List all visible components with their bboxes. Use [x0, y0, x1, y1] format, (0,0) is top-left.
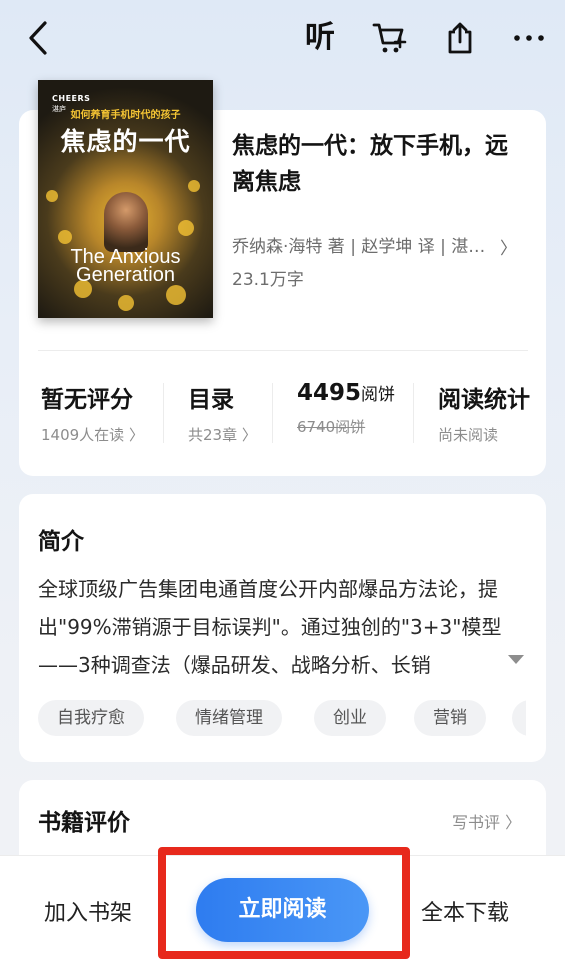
book-title: 焦虑的一代：放下手机，远离焦虑 — [232, 133, 508, 195]
reading-status: 尚未阅读 — [438, 426, 499, 444]
original-price: 6740阅饼 — [297, 418, 366, 436]
cart-add-icon[interactable] — [370, 18, 410, 58]
review-title: 书籍评价 — [38, 810, 130, 836]
cover-figure — [104, 192, 148, 252]
divider — [163, 383, 164, 443]
back-icon[interactable] — [18, 18, 58, 58]
divider — [413, 383, 414, 443]
tag-item[interactable]: 营销 — [414, 700, 486, 736]
price-value: 4495阅饼 — [297, 380, 395, 406]
divider — [38, 350, 528, 351]
chapter-count: 共23章 〉 — [188, 426, 257, 444]
stat-rating[interactable]: 暂无评分 1409人在读 〉 — [41, 380, 144, 445]
readers-count: 1409人在读 〉 — [41, 426, 144, 444]
chevron-right-icon[interactable]: 〉 — [500, 234, 517, 259]
cover-tagline: 如何养育手机时代的孩子 — [70, 110, 181, 121]
rating-value: 暂无评分 — [41, 387, 133, 413]
tag-item[interactable]: 情绪管理 — [176, 700, 282, 736]
word-count: 23.1万字 — [232, 270, 304, 290]
book-authors[interactable]: 乔纳森·海特 著 | 赵学坤 译 | 湛… — [232, 232, 507, 257]
download-full-button[interactable]: 全本下载 — [421, 895, 509, 927]
share-icon[interactable] — [440, 18, 480, 58]
tag-list: 自我疗愈 情绪管理 创业 营销 — [38, 700, 526, 736]
read-now-button[interactable]: 立即阅读 — [196, 878, 369, 942]
price-unit: 阅饼 — [361, 385, 396, 405]
expand-icon[interactable] — [508, 655, 524, 664]
more-icon[interactable] — [509, 18, 549, 58]
add-to-shelf-button[interactable]: 加入书架 — [44, 895, 132, 927]
write-review-link[interactable]: 写书评 〉 — [452, 809, 521, 833]
stat-reading[interactable]: 阅读统计 尚未阅读 — [438, 380, 530, 445]
divider — [272, 383, 273, 443]
reading-stats-label: 阅读统计 — [438, 387, 530, 413]
toc-label: 目录 — [188, 387, 234, 413]
book-cover[interactable]: CHEERS 湛庐 如何养育手机时代的孩子 焦虑的一代 The Anxious … — [38, 80, 213, 318]
stat-price[interactable]: 4495阅饼 6740阅饼 — [297, 380, 395, 437]
stat-toc[interactable]: 目录 共23章 〉 — [188, 380, 257, 445]
price-number: 4495 — [297, 380, 362, 406]
listen-button[interactable]: 听 — [300, 18, 340, 58]
tag-item[interactable]: 创业 — [314, 700, 386, 736]
intro-title: 简介 — [38, 529, 84, 555]
intro-text[interactable]: 全球顶级广告集团电通首度公开内部爆品方法论，提出"99%滞销源于目标误判"。通过… — [38, 570, 526, 684]
cover-publisher: CHEERS — [52, 94, 91, 103]
tag-item[interactable]: 自我疗愈 — [38, 700, 144, 736]
cover-title-en-line2: Generation — [76, 264, 175, 286]
top-bar: 听 — [0, 0, 565, 80]
cover-title-cn: 焦虑的一代 — [60, 127, 191, 156]
tag-item-partial[interactable] — [512, 700, 526, 736]
